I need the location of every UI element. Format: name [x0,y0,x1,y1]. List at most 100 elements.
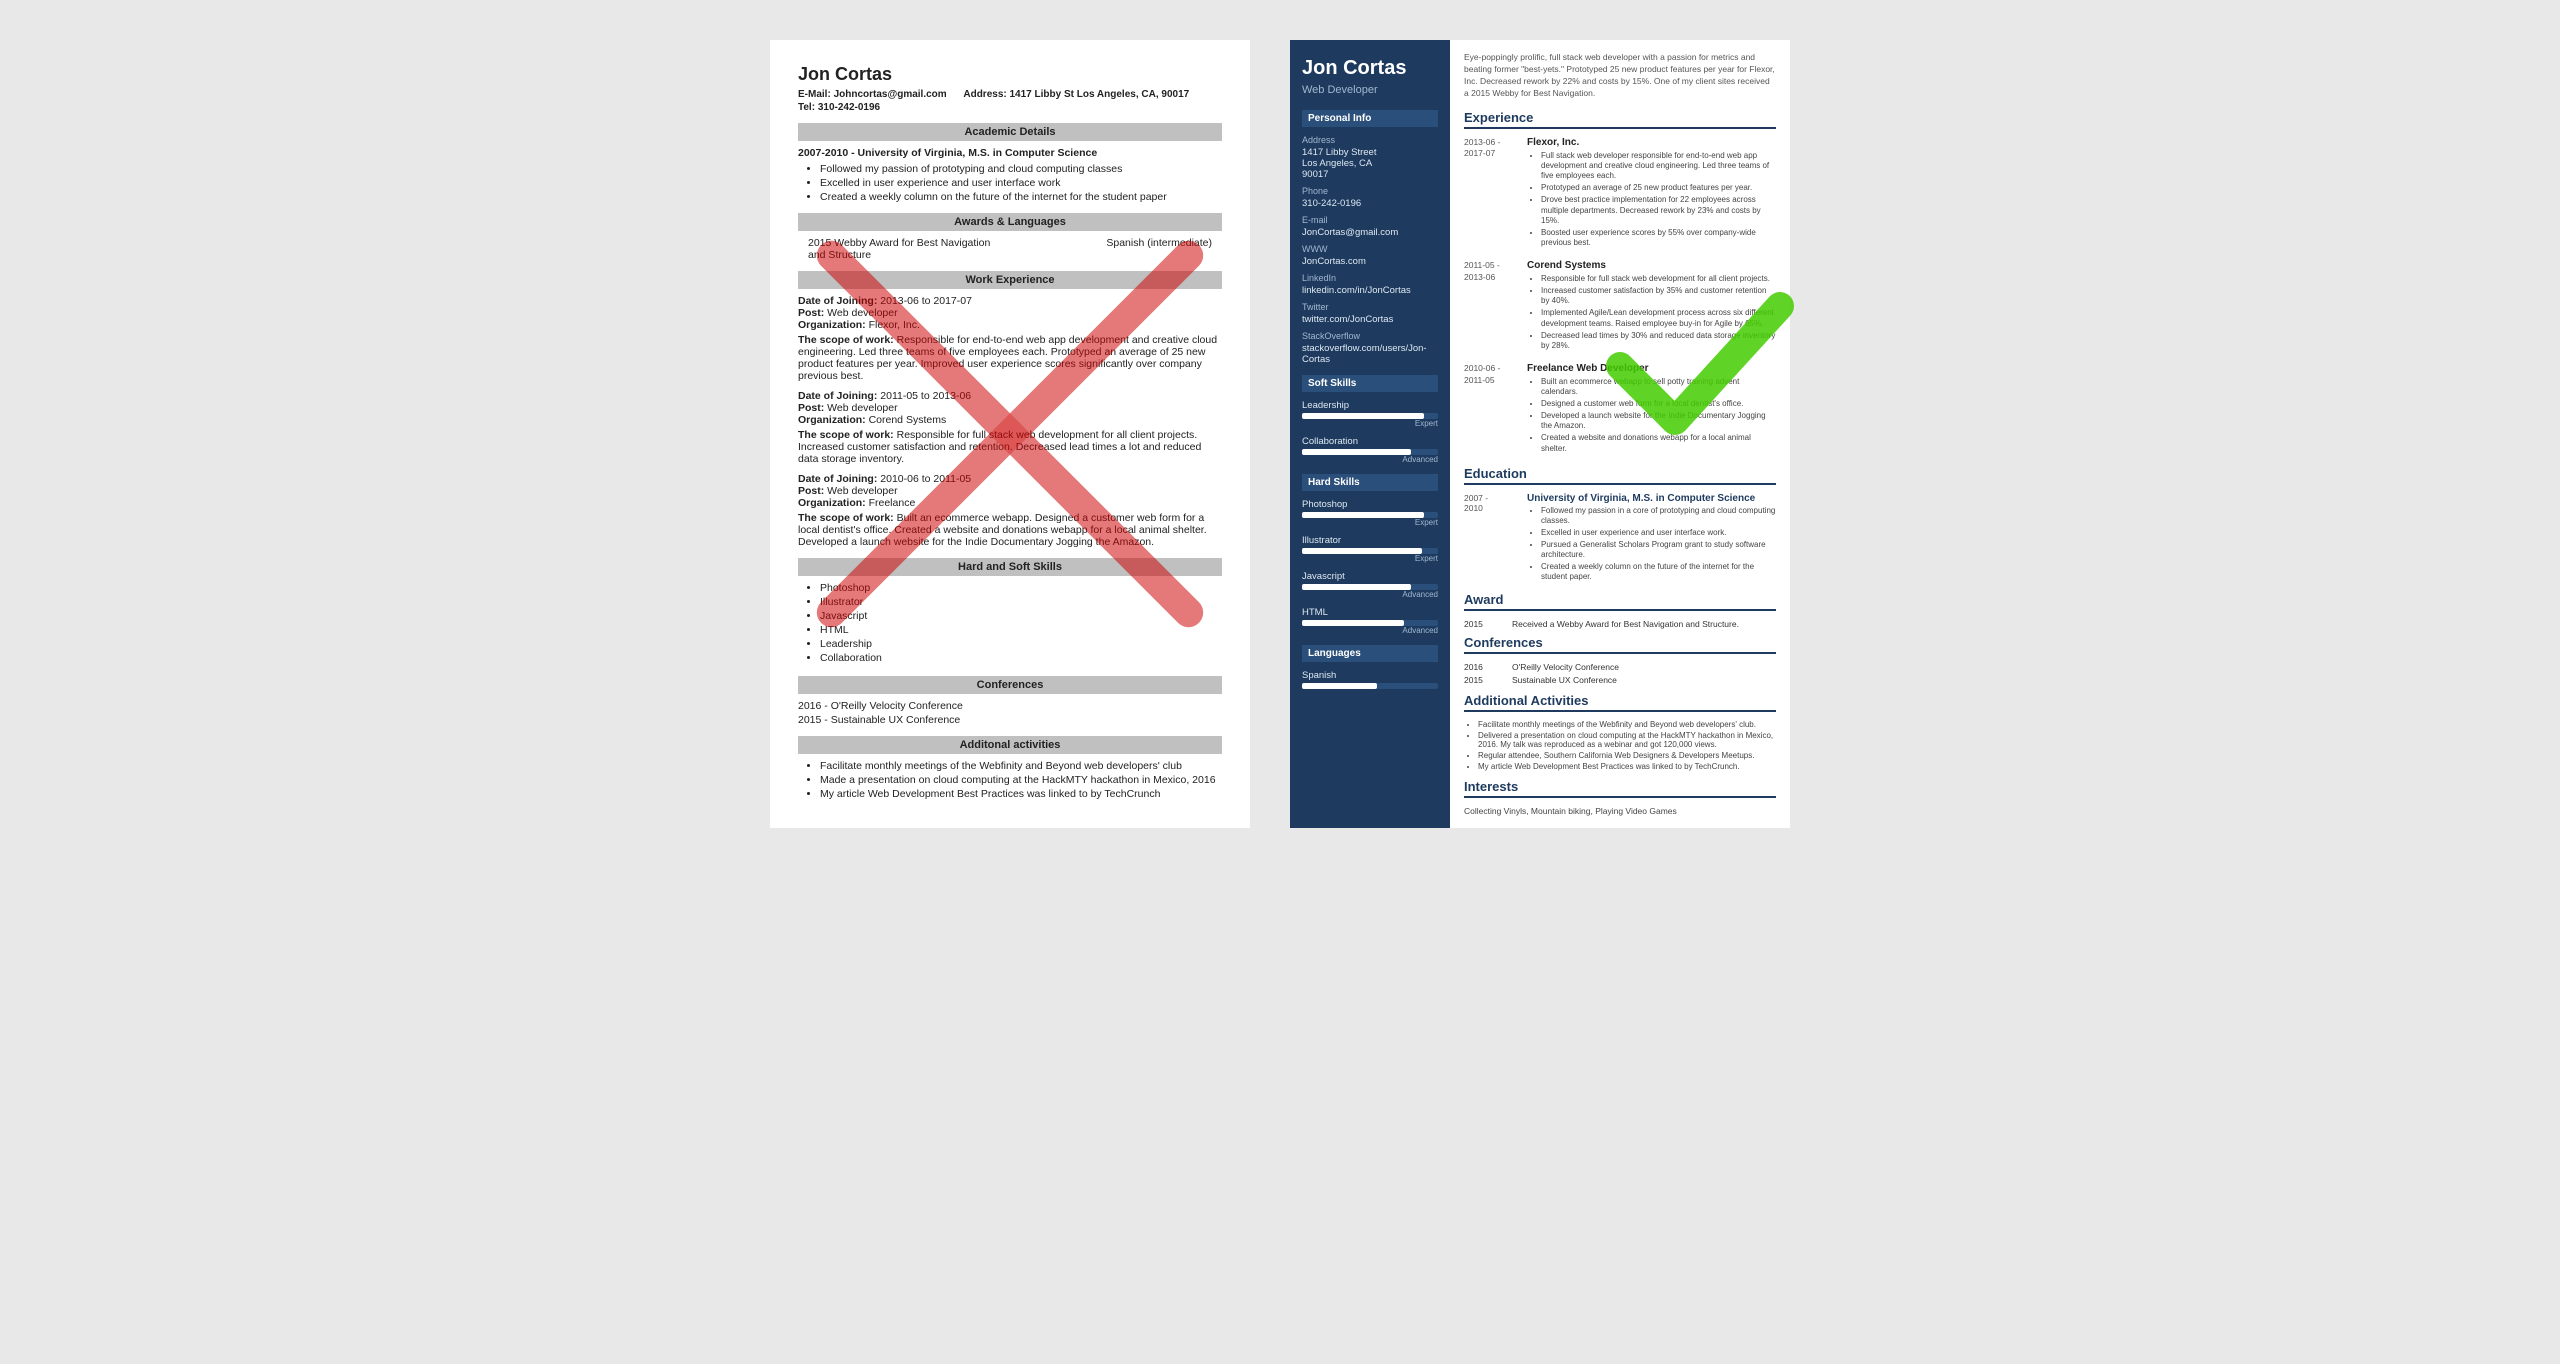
conf-section-header: Conferences [798,676,1222,694]
award-year: 2015 [1464,619,1504,629]
award-text-r: Received a Webby Award for Best Navigati… [1512,619,1739,629]
activities-list-r: Facilitate monthly meetings of the Webfi… [1464,720,1776,771]
exp1-company: Flexor, Inc. [1527,137,1776,148]
twitter-value: twitter.com/JonCortas [1302,314,1438,325]
academic-entries: 2007-2010 - University of Virginia, M.S.… [798,147,1222,203]
address-value: 1417 Libby StreetLos Angeles, CA90017 [1302,147,1438,180]
main-content: Eye-poppingly prolific, full stack web d… [1450,40,1790,828]
exp1-date: 2013-06 -2017-07 [1464,137,1519,251]
conf-2: 2015 - Sustainable UX Conference [798,714,1222,726]
intro-text: Eye-poppingly prolific, full stack web d… [1464,52,1776,100]
exp-entry-1: 2013-06 -2017-07 Flexor, Inc. Full stack… [1464,137,1776,251]
work-entry-3: Date of Joining: 2010-06 to 2011-05 Post… [798,473,1222,548]
conf-1: 2016 - O'Reilly Velocity Conference [798,700,1222,712]
work-entry-1: Date of Joining: 2013-06 to 2017-07 Post… [798,295,1222,382]
skill-illustrator: Illustrator Expert [1302,535,1438,563]
skill-javascript: Javascript [820,610,1222,622]
conf2-name: Sustainable UX Conference [1512,675,1617,685]
awards-row: 2015 Webby Award for Best Navigation and… [798,237,1222,261]
education-section-title: Education [1464,466,1776,485]
activity-3: My article Web Development Best Practice… [820,788,1222,800]
activity-1: Facilitate monthly meetings of the Webfi… [820,760,1222,772]
skill-javascript: Javascript Advanced [1302,571,1438,599]
skills-list: Photoshop Illustrator Javascript HTML Le… [798,582,1222,666]
exp3-bullets: Built an ecommerce webapp to sell potty … [1527,377,1776,454]
tel-label: Tel: [798,102,815,113]
conferences-section-title: Conferences [1464,635,1776,654]
exp-entry-2: 2011-05 -2013-06 Corend Systems Responsi… [1464,260,1776,353]
academic-bullet-2: Excelled in user experience and user int… [820,177,1222,189]
skill-html: HTML Advanced [1302,607,1438,635]
skill-photoshop: Photoshop [820,582,1222,594]
address-label: Address: [963,89,1006,100]
skill-collaboration: Collaboration Advanced [1302,436,1438,464]
experience-section-title: Experience [1464,110,1776,129]
personal-section: Personal Info [1302,110,1438,127]
exp3-body: Freelance Web Developer Built an ecommer… [1527,363,1776,456]
work3-post: Post: Web developer [798,485,1222,497]
skill-photoshop: Photoshop Expert [1302,499,1438,527]
tel-value: 310-242-0196 [818,102,880,113]
edu1-school: University of Virginia, M.S. in Computer… [1527,493,1776,504]
www-label: WWW [1302,244,1438,254]
skill-spanish: Spanish [1302,670,1438,689]
email-value-r: JonCortas@gmail.com [1302,227,1438,238]
activities-section-title: Additional Activities [1464,693,1776,712]
award-entry: 2015 Received a Webby Award for Best Nav… [1464,619,1776,629]
stackoverflow-label: StackOverflow [1302,331,1438,341]
exp2-company: Corend Systems [1527,260,1776,271]
exp2-body: Corend Systems Responsible for full stac… [1527,260,1776,353]
phone-value: 310-242-0196 [1302,198,1438,209]
left-resume: Jon Cortas E-Mail: Johncortas@gmail.com … [770,40,1250,828]
address-value: 1417 Libby St Los Angeles, CA, 90017 [1010,89,1190,100]
work2-org: Organization: Corend Systems [798,414,1222,426]
edu1-bullets: Followed my passion in a core of prototy… [1527,506,1776,583]
interests-section-title: Interests [1464,779,1776,798]
work2-post: Post: Web developer [798,402,1222,414]
conf-right-2: 2015 Sustainable UX Conference [1464,675,1776,685]
conf-right-1: 2016 O'Reilly Velocity Conference [1464,662,1776,672]
award-section-title: Award [1464,592,1776,611]
sidebar: Jon Cortas Web Developer Personal Info A… [1290,40,1450,828]
languages-section: Languages [1302,645,1438,662]
work-section-header: Work Experience [798,271,1222,289]
academic-bullet-1: Followed my passion of prototyping and c… [820,163,1222,175]
edu-entry-1: 2007 -2010 University of Virginia, M.S. … [1464,493,1776,585]
work1-date: Date of Joining: 2013-06 to 2017-07 [798,295,1222,307]
work-entry-2: Date of Joining: 2011-05 to 2013-06 Post… [798,390,1222,465]
work1-scope: The scope of work: Responsible for end-t… [798,334,1222,382]
exp1-body: Flexor, Inc. Full stack web developer re… [1527,137,1776,251]
left-tel-line: Tel: 310-242-0196 [798,102,1222,113]
academic-bullet-3: Created a weekly column on the future of… [820,191,1222,203]
soft-skills-section: Soft Skills [1302,375,1438,392]
email-label-r: E-mail [1302,215,1438,225]
academic-title: University of Virginia, M.S. in Computer… [858,147,1098,159]
right-resume: Jon Cortas Web Developer Personal Info A… [1290,40,1790,828]
work3-date: Date of Joining: 2010-06 to 2011-05 [798,473,1222,485]
linkedin-label: LinkedIn [1302,273,1438,283]
academic-section-header: Academic Details [798,123,1222,141]
skill-html: HTML [820,624,1222,636]
exp-entry-3: 2010-06 -2011-05 Freelance Web Developer… [1464,363,1776,456]
address-label: Address [1302,135,1438,145]
www-value: JonCortas.com [1302,256,1438,267]
email-label: E-Mail: [798,89,831,100]
hard-skills-section: Hard Skills [1302,474,1438,491]
awards-section-header: Awards & Languages [798,213,1222,231]
edu1-body: University of Virginia, M.S. in Computer… [1527,493,1776,585]
conf1-year: 2016 [1464,662,1504,672]
activities-section-header: Additonal activities [798,736,1222,754]
sidebar-title: Web Developer [1302,84,1438,96]
skill-leadership: Leadership Expert [1302,400,1438,428]
skill-illustrator: Illustrator [820,596,1222,608]
skills-section-header: Hard and Soft Skills [798,558,1222,576]
work3-scope: The scope of work: Built an ecommerce we… [798,512,1222,548]
language-text: Spanish (intermediate) [1106,237,1212,261]
edu1-date: 2007 -2010 [1464,493,1519,585]
award-text: 2015 Webby Award for Best Navigation and… [808,237,1008,261]
skill-collaboration: Collaboration [820,652,1222,664]
activities-list: Facilitate monthly meetings of the Webfi… [798,760,1222,800]
exp3-company: Freelance Web Developer [1527,363,1776,374]
exp3-date: 2010-06 -2011-05 [1464,363,1519,456]
exp1-bullets: Full stack web developer responsible for… [1527,151,1776,249]
